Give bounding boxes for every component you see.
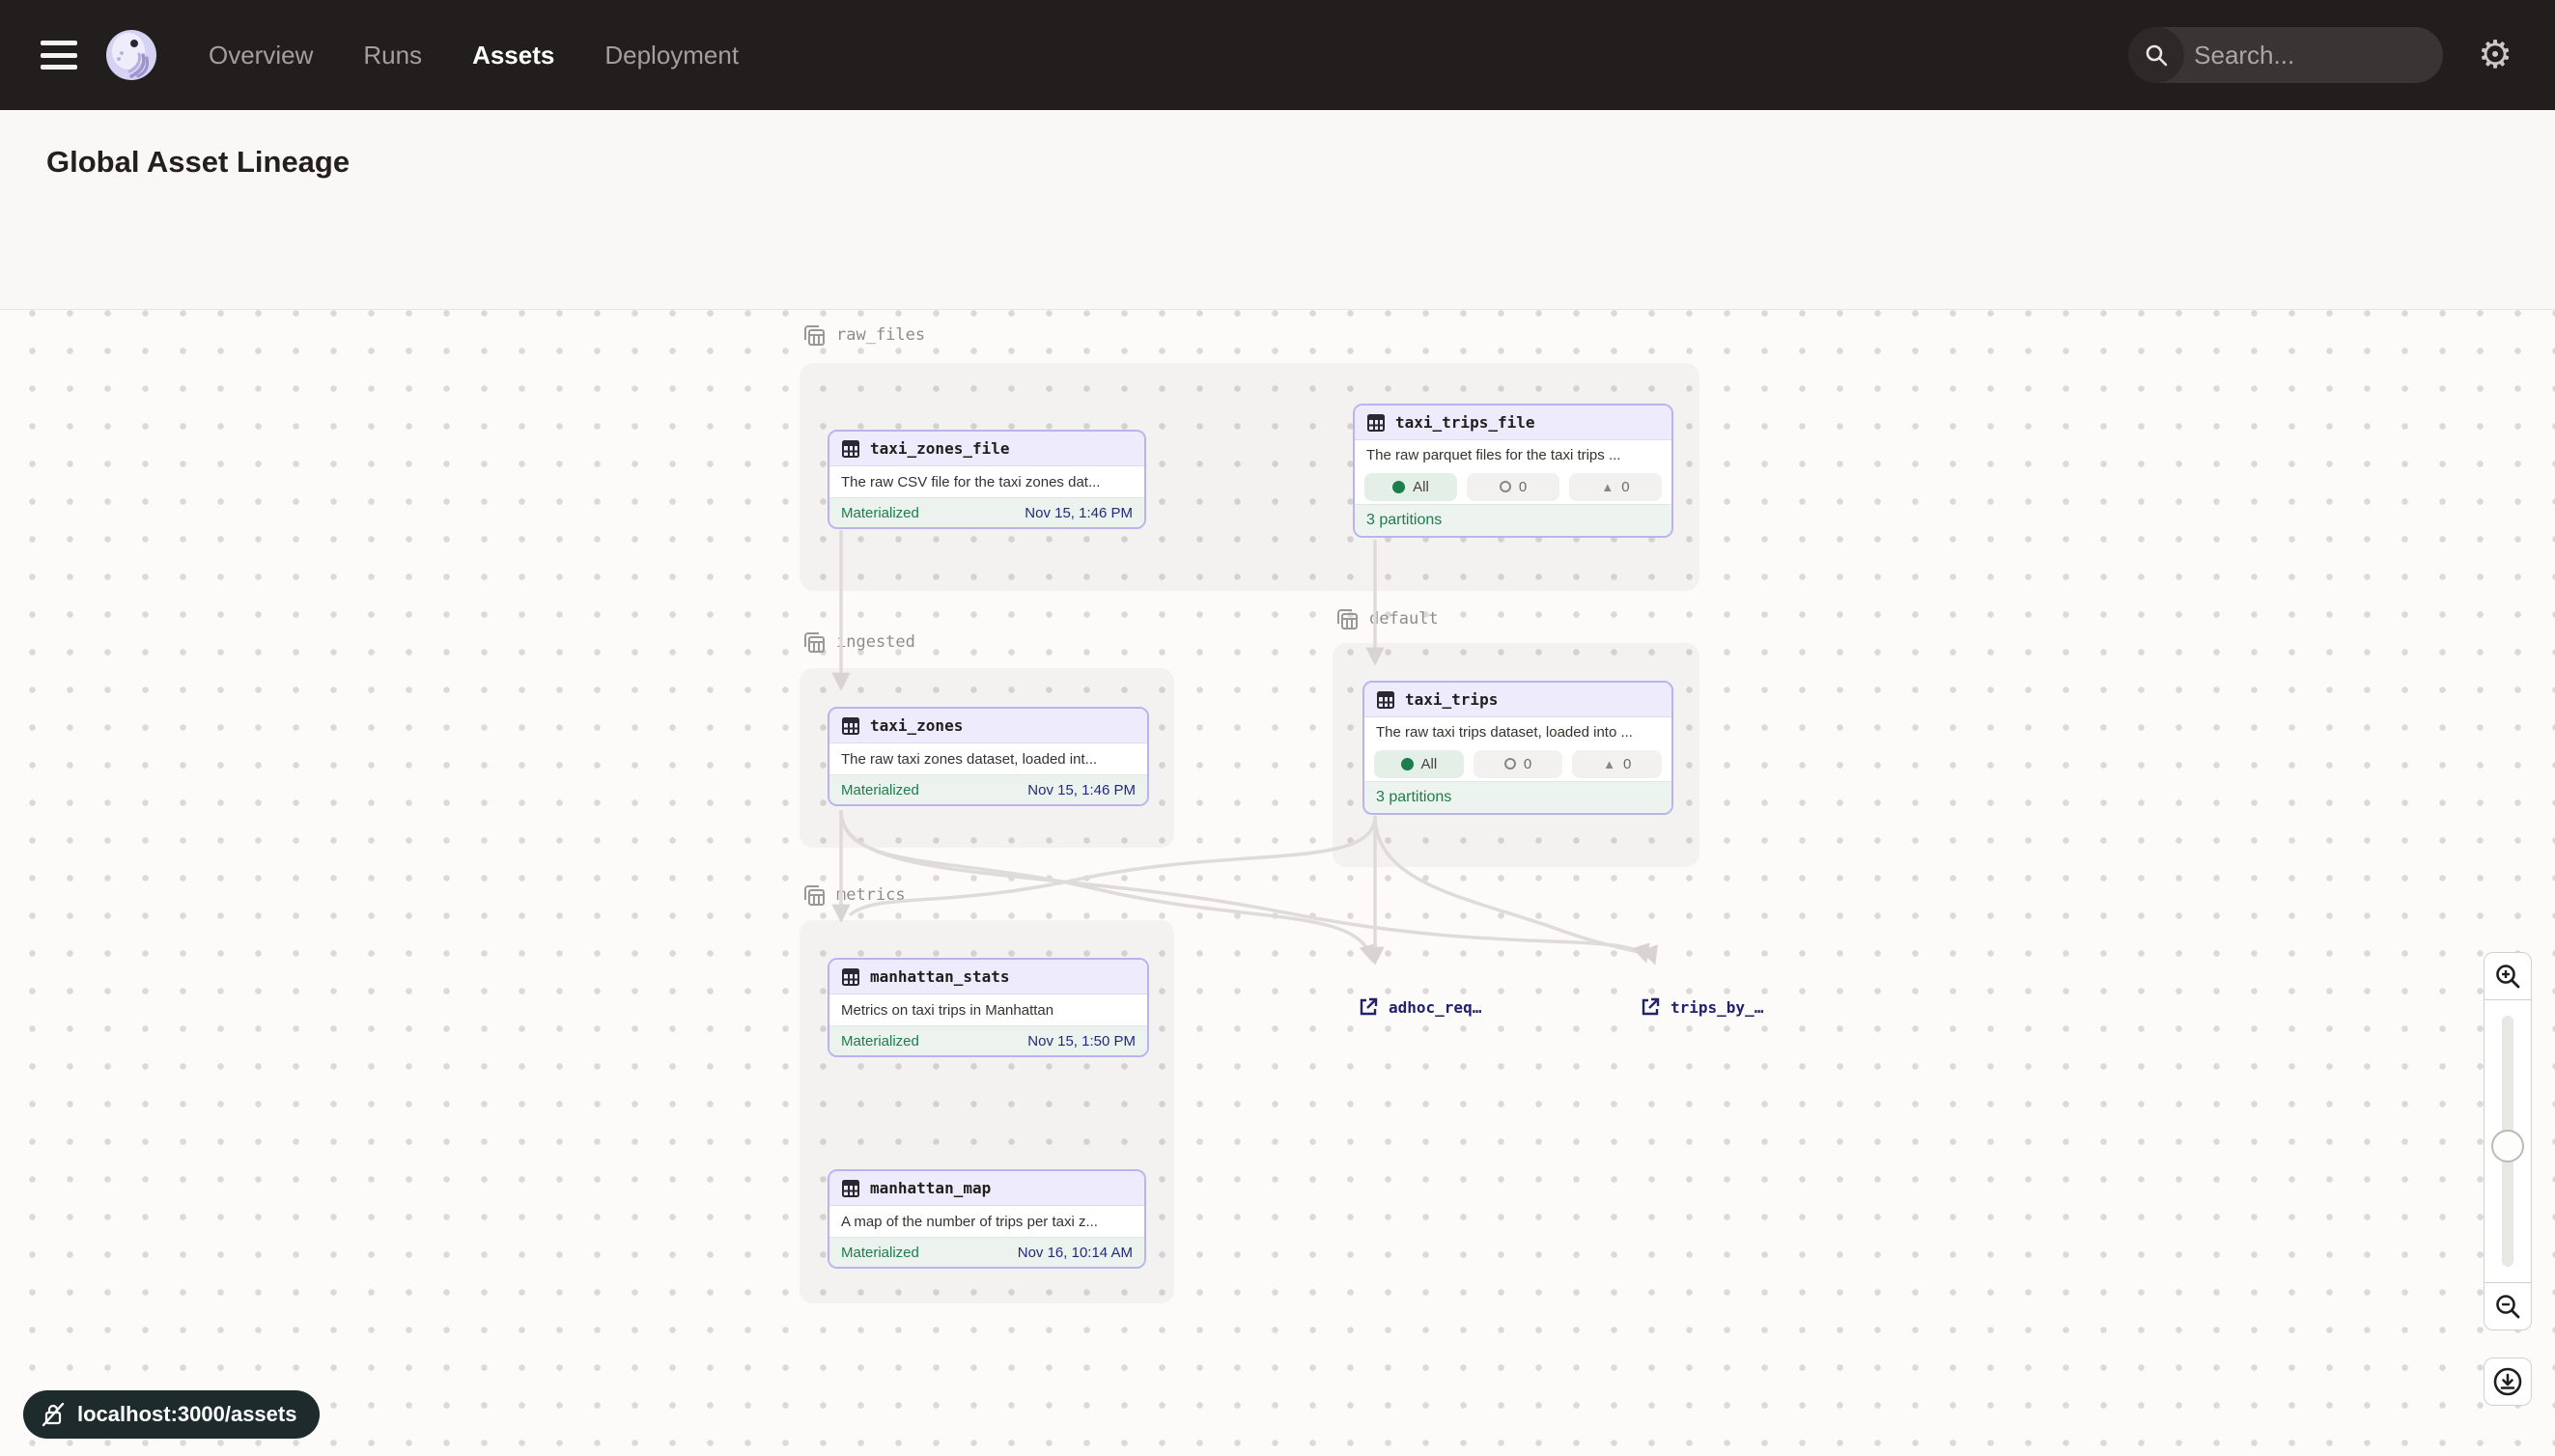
asset-status-row: Materialized Nov 15, 1:50 PM (829, 1025, 1147, 1055)
asset-status-row: Materialized Nov 16, 10:14 AM (829, 1237, 1144, 1267)
zoom-slider-thumb[interactable] (2491, 1130, 2524, 1162)
primary-nav: Overview Runs Assets Deployment (209, 41, 739, 70)
asset-card-header[interactable]: manhattan_stats (829, 960, 1147, 994)
ring-icon (1500, 481, 1511, 492)
asset-node-taxi-zones[interactable]: taxi_zones The raw taxi zones dataset, l… (828, 707, 1149, 806)
asset-node-taxi-trips[interactable]: taxi_trips The raw taxi trips dataset, l… (1362, 681, 1673, 815)
partitions-queued-pill[interactable]: 0 (1467, 473, 1559, 501)
external-link-icon (1358, 996, 1379, 1018)
partitions-all-pill[interactable]: All (1374, 750, 1464, 778)
asset-description: The raw taxi trips dataset, loaded into … (1364, 717, 1671, 746)
asset-description: The raw CSV file for the taxi zones dat.… (829, 466, 1144, 497)
partitions-queued-pill[interactable]: 0 (1474, 750, 1563, 778)
triangle-icon: ▲ (1601, 481, 1614, 493)
status-materialized: Materialized (841, 1245, 919, 1261)
nav-item-overview[interactable]: Overview (209, 41, 313, 70)
download-icon (2492, 1366, 2523, 1397)
materialized-timestamp: Nov 15, 1:46 PM (1025, 505, 1133, 521)
lineage-toolbar: Filter Clear query (0, 214, 2555, 310)
partitions-failed-pill[interactable]: ▲0 (1572, 750, 1662, 778)
table-icon (841, 716, 860, 736)
asset-status-row: Materialized Nov 15, 1:46 PM (829, 497, 1144, 527)
zoom-out-button[interactable] (2484, 1282, 2532, 1330)
materialized-timestamp: Nov 16, 10:14 AM (1018, 1245, 1133, 1261)
group-label-raw-files[interactable]: raw_files (801, 322, 925, 348)
table-icon (841, 967, 860, 987)
zoom-in-button[interactable] (2484, 952, 2532, 1000)
asset-card-header[interactable]: taxi_zones (829, 709, 1147, 743)
ring-icon (1504, 758, 1516, 770)
materialized-timestamp: Nov 15, 1:50 PM (1027, 1033, 1136, 1050)
asset-node-manhattan-stats[interactable]: manhattan_stats Metrics on taxi trips in… (828, 958, 1149, 1057)
nav-item-assets[interactable]: Assets (472, 41, 554, 70)
asset-card-header[interactable]: taxi_trips (1364, 683, 1671, 717)
external-asset-trips-by[interactable]: trips_by_… (1640, 996, 1763, 1018)
asset-group-icon (1334, 606, 1360, 631)
partition-health-row: All 0 ▲0 (1364, 746, 1671, 781)
triangle-icon: ▲ (1603, 758, 1615, 770)
top-nav: Overview Runs Assets Deployment / ⚙ (0, 0, 2555, 110)
zoom-controls (2484, 952, 2532, 1330)
zoom-slider[interactable] (2484, 1000, 2532, 1282)
asset-description: Metrics on taxi trips in Manhattan (829, 994, 1147, 1025)
asset-node-taxi-trips-file[interactable]: taxi_trips_file The raw parquet files fo… (1353, 404, 1673, 538)
global-search[interactable]: / (2128, 27, 2443, 83)
dagster-logo[interactable] (104, 28, 158, 82)
table-icon (841, 439, 860, 459)
table-icon (841, 1179, 860, 1198)
green-dot-icon (1392, 481, 1405, 493)
settings-gear-icon[interactable]: ⚙ (2478, 36, 2513, 74)
external-asset-adhoc-request[interactable]: adhoc_req… (1358, 996, 1481, 1018)
nav-item-runs[interactable]: Runs (363, 41, 422, 70)
status-materialized: Materialized (841, 782, 919, 798)
insecure-lock-icon (41, 1402, 66, 1427)
page-header: Global Asset Lineage Reload definitions (0, 110, 2555, 214)
asset-description: A map of the number of trips per taxi z.… (829, 1206, 1144, 1237)
group-label-default[interactable]: default (1334, 606, 1439, 631)
status-materialized: Materialized (841, 505, 919, 521)
partitions-all-pill[interactable]: All (1364, 473, 1457, 501)
page-title: Global Asset Lineage (46, 145, 350, 180)
green-dot-icon (1401, 758, 1414, 770)
partition-count-row: 3 partitions (1355, 504, 1671, 536)
zoom-in-icon (2494, 963, 2521, 990)
table-icon (1366, 413, 1386, 433)
asset-card-header[interactable]: manhattan_map (829, 1171, 1144, 1206)
nav-right: / ⚙ (2128, 27, 2555, 83)
asset-node-taxi-zones-file[interactable]: taxi_zones_file The raw CSV file for the… (828, 430, 1146, 529)
download-graph-button[interactable] (2484, 1358, 2532, 1406)
zoom-out-icon (2494, 1293, 2521, 1320)
table-icon (1376, 690, 1395, 710)
status-materialized: Materialized (841, 1033, 919, 1050)
group-label-ingested[interactable]: ingested (801, 630, 915, 655)
nav-item-deployment[interactable]: Deployment (604, 41, 739, 70)
asset-group-icon (801, 322, 827, 348)
partition-health-row: All 0 ▲0 (1355, 469, 1671, 504)
asset-node-manhattan-map[interactable]: manhattan_map A map of the number of tri… (828, 1169, 1146, 1269)
browser-status-url: localhost:3000/assets (23, 1390, 320, 1439)
partitions-failed-pill[interactable]: ▲0 (1569, 473, 1662, 501)
asset-card-header[interactable]: taxi_zones_file (829, 432, 1144, 466)
materialized-timestamp: Nov 15, 1:46 PM (1027, 782, 1136, 798)
asset-status-row: Materialized Nov 15, 1:46 PM (829, 774, 1147, 804)
search-icon (2128, 27, 2184, 83)
external-link-icon (1640, 996, 1661, 1018)
dagster-app: Overview Runs Assets Deployment / ⚙ Glob… (0, 0, 2555, 1456)
asset-description: The raw parquet files for the taxi trips… (1355, 440, 1671, 469)
group-label-metrics[interactable]: metrics (801, 882, 906, 908)
hamburger-menu-icon[interactable] (41, 41, 77, 70)
asset-card-header[interactable]: taxi_trips_file (1355, 406, 1671, 440)
asset-description: The raw taxi zones dataset, loaded int..… (829, 743, 1147, 774)
partition-count-row: 3 partitions (1364, 781, 1671, 813)
asset-group-icon (801, 630, 827, 655)
asset-group-icon (801, 882, 827, 908)
search-input[interactable] (2184, 41, 2443, 70)
